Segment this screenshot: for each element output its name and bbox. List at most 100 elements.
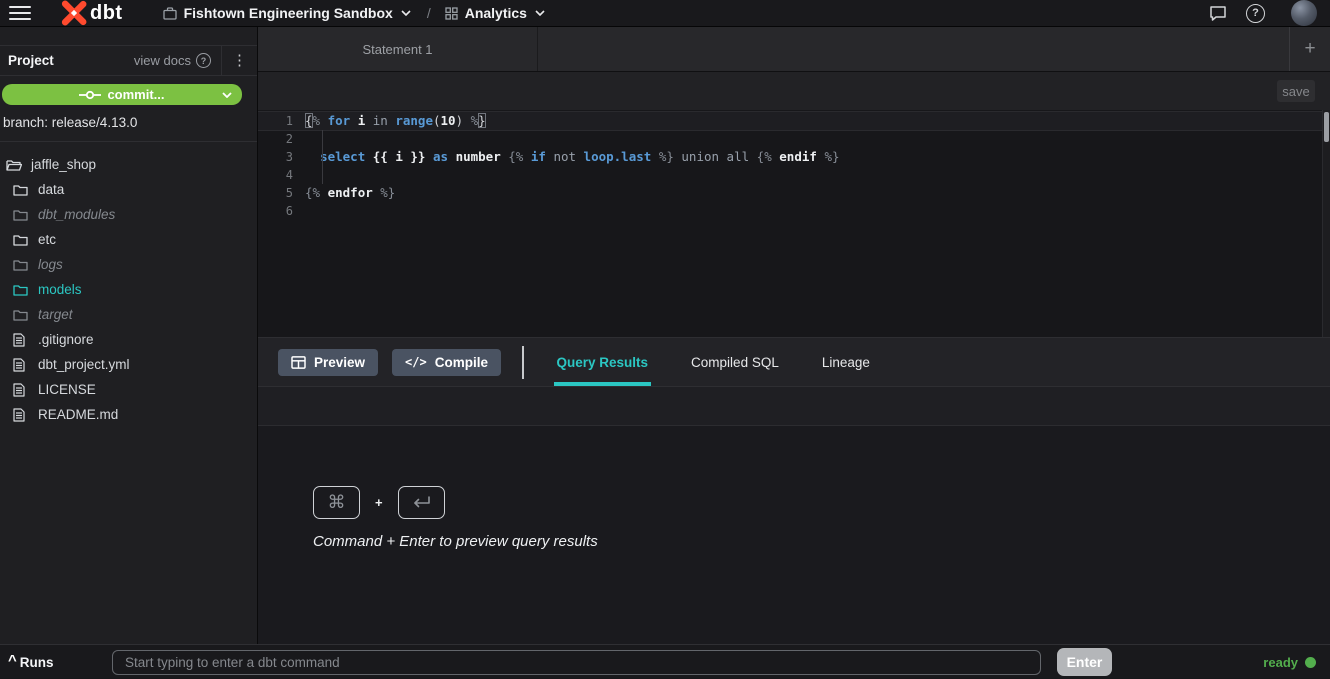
- sidebar: Project view docs ? ⋮ commit... branch: …: [0, 27, 258, 644]
- command-keycap: ⌘: [313, 486, 360, 519]
- line-number: 2: [258, 130, 305, 148]
- code-line-1[interactable]: 1{% for i in range(10) %}: [258, 112, 1330, 130]
- line-number: 3: [258, 148, 305, 166]
- save-button[interactable]: save: [1277, 80, 1315, 102]
- line-number: 4: [258, 166, 305, 184]
- tabbar-fill: [538, 27, 1289, 71]
- tree-item-label: models: [38, 282, 82, 297]
- kebab-menu-icon[interactable]: ⋮: [222, 45, 257, 76]
- panel-tab-query-results[interactable]: Query Results: [554, 338, 652, 386]
- tree-item--gitignore[interactable]: .gitignore: [0, 327, 257, 352]
- line-number: 6: [258, 202, 305, 220]
- help-icon[interactable]: ?: [1246, 4, 1265, 23]
- tree-item-label: target: [38, 307, 73, 322]
- tree-item-dbt-modules[interactable]: dbt_modules: [0, 202, 257, 227]
- workspace-selector[interactable]: Analytics: [445, 5, 545, 21]
- code-icon: </>: [405, 355, 427, 369]
- tree-item-label: etc: [38, 232, 56, 247]
- chevron-down-icon: [401, 10, 411, 16]
- top-bar: dbt Fishtown Engineering Sandbox / Analy…: [0, 0, 1330, 27]
- workspace-selector-label: Analytics: [465, 5, 527, 21]
- tree-item-label: logs: [38, 257, 63, 272]
- tree-item-label: data: [38, 182, 64, 197]
- tree-item-etc[interactable]: etc: [0, 227, 257, 252]
- panel-tab-compiled-sql[interactable]: Compiled SQL: [688, 338, 782, 386]
- chevron-up-icon: ^: [8, 652, 17, 669]
- code-line-content[interactable]: {% endfor %}: [305, 184, 395, 202]
- enter-keycap: [398, 486, 445, 519]
- compile-button[interactable]: </> Compile: [392, 349, 501, 376]
- code-line-5[interactable]: 5{% endfor %}: [258, 184, 1330, 202]
- preview-button-label: Preview: [314, 355, 365, 370]
- tree-item-label: LICENSE: [38, 382, 96, 397]
- code-line-3[interactable]: 3 select {{ i }} as number {% if not loo…: [258, 148, 1330, 166]
- code-line-2[interactable]: 2: [258, 130, 1330, 148]
- tree-item-license[interactable]: LICENSE: [0, 377, 257, 402]
- folder-icon: [13, 209, 29, 221]
- code-area[interactable]: 1{% for i in range(10) %}23 select {{ i …: [258, 110, 1330, 220]
- dbt-logo-icon: [61, 0, 87, 26]
- sidebar-spacer: [0, 27, 257, 45]
- question-circle-icon: ?: [196, 53, 211, 68]
- editor-scrollbar-thumb[interactable]: [1324, 112, 1329, 142]
- view-docs-button[interactable]: view docs ?: [134, 53, 221, 68]
- file-icon: [13, 408, 29, 422]
- dbt-logo[interactable]: dbt: [61, 0, 123, 26]
- tree-item-dbt-project-yml[interactable]: dbt_project.yml: [0, 352, 257, 377]
- enter-button[interactable]: Enter: [1057, 648, 1112, 676]
- commit-chevron-icon[interactable]: [222, 84, 232, 105]
- folder-open-icon: [6, 159, 22, 171]
- file-icon: [13, 383, 29, 397]
- panel-tabs: Query Results Compiled SQL Lineage: [554, 338, 873, 386]
- code-editor[interactable]: 1{% for i in range(10) %}23 select {{ i …: [258, 110, 1330, 337]
- user-avatar[interactable]: [1291, 0, 1317, 26]
- tab-statement-1[interactable]: Statement 1: [258, 27, 538, 71]
- project-header: Project view docs ? ⋮: [0, 45, 257, 76]
- folder-icon: [13, 184, 29, 196]
- plus-separator: +: [375, 495, 383, 510]
- save-button-label: save: [1282, 84, 1309, 99]
- briefcase-icon: [163, 7, 177, 20]
- file-tree: jaffle_shopdata dbt_modulesetc logs models t…: [0, 142, 257, 427]
- code-line-content[interactable]: {% for i in range(10) %}: [305, 112, 486, 130]
- tree-item-label: README.md: [38, 407, 118, 422]
- code-line-4[interactable]: 4: [258, 166, 1330, 184]
- new-tab-button[interactable]: +: [1290, 27, 1330, 71]
- indent-guide: [322, 130, 323, 184]
- folder-icon: [13, 259, 29, 271]
- chat-icon[interactable]: [1209, 5, 1227, 22]
- hamburger-menu-icon[interactable]: [9, 6, 31, 20]
- compile-button-label: Compile: [435, 355, 488, 370]
- file-icon: [13, 333, 29, 347]
- panel-divider: [522, 346, 524, 379]
- main-area: Statement 1 + save 1{% for i in range(10…: [258, 27, 1330, 644]
- file-icon: [13, 358, 29, 372]
- tree-item-target[interactable]: target: [0, 302, 257, 327]
- dbt-logo-text: dbt: [90, 2, 123, 25]
- code-line-6[interactable]: 6: [258, 202, 1330, 220]
- tree-item-logs[interactable]: logs: [0, 252, 257, 277]
- return-key-icon: [410, 496, 432, 510]
- dbt-command-input[interactable]: [112, 650, 1041, 675]
- tree-item-label: dbt_modules: [38, 207, 115, 222]
- project-selector[interactable]: Fishtown Engineering Sandbox: [163, 5, 411, 21]
- command-key-icon: ⌘: [328, 492, 346, 513]
- panel-tab-lineage[interactable]: Lineage: [819, 338, 873, 386]
- editor-scrollbar[interactable]: [1322, 110, 1330, 337]
- editor-toolbar: save: [258, 72, 1330, 110]
- tree-item-readme-md[interactable]: README.md: [0, 402, 257, 427]
- code-line-content[interactable]: select {{ i }} as number {% if not loop.…: [305, 148, 840, 166]
- tree-item-models[interactable]: models: [0, 277, 257, 302]
- tree-item-data[interactable]: data: [0, 177, 257, 202]
- results-panel-header: Preview </> Compile Query Results Compile…: [258, 337, 1330, 386]
- runs-label: Runs: [20, 655, 54, 670]
- runs-toggle[interactable]: ^ Runs: [8, 645, 54, 679]
- tree-item-jaffle-shop[interactable]: jaffle_shop: [0, 152, 257, 177]
- tree-item-label: .gitignore: [38, 332, 94, 347]
- line-number: 1: [258, 112, 305, 130]
- commit-button[interactable]: commit...: [2, 84, 242, 105]
- preview-button[interactable]: Preview: [278, 349, 378, 376]
- status-dot-icon: [1305, 657, 1316, 668]
- table-icon: [291, 356, 306, 369]
- commit-button-label: commit...: [107, 87, 164, 102]
